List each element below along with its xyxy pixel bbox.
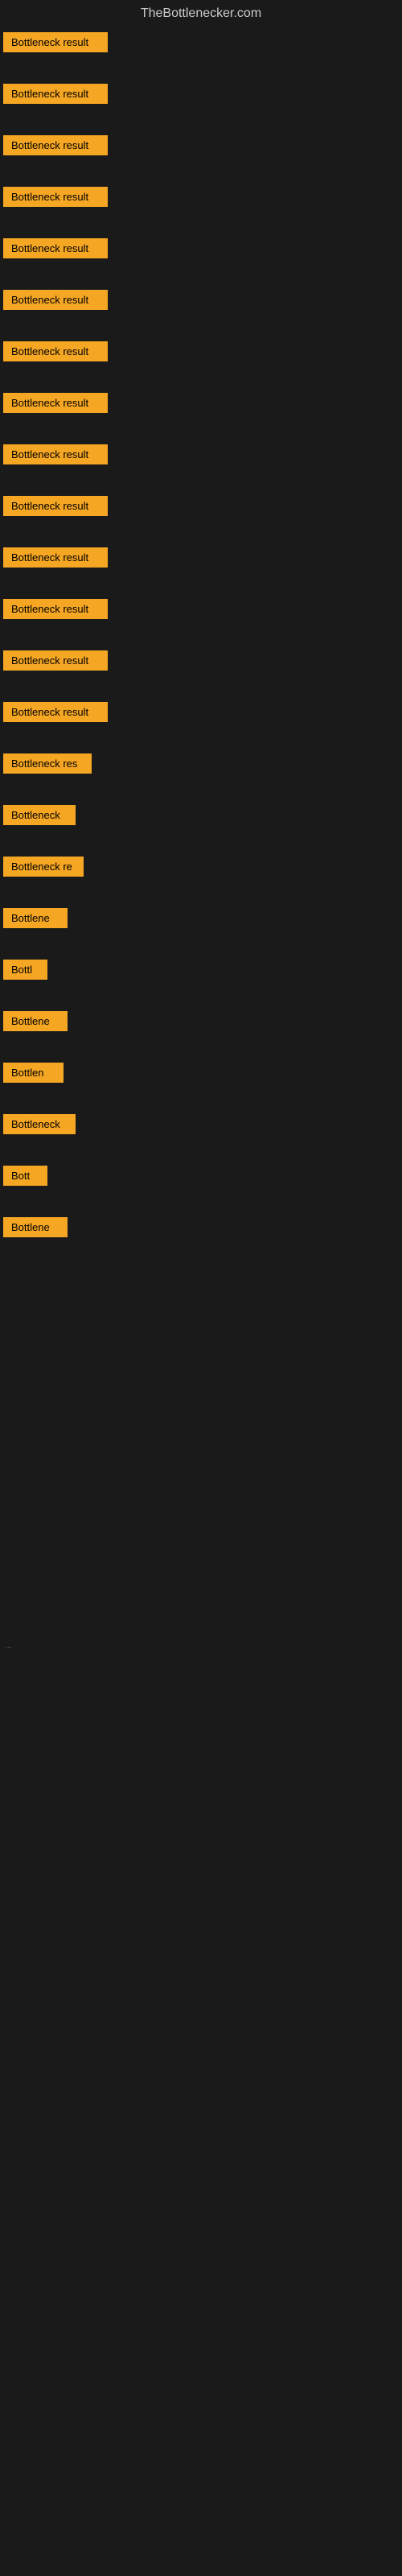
badge-row-10: Bottleneck result <box>0 491 402 525</box>
bottleneck-badge-19[interactable]: Bottl <box>3 960 47 980</box>
bottleneck-badge-23[interactable]: Bott <box>3 1166 47 1186</box>
bottleneck-badge-9[interactable]: Bottleneck result <box>3 444 108 464</box>
bottleneck-badge-7[interactable]: Bottleneck result <box>3 341 108 361</box>
badge-row-13: Bottleneck result <box>0 646 402 679</box>
bottleneck-badge-15[interactable]: Bottleneck res <box>3 753 92 774</box>
bottleneck-badge-17[interactable]: Bottleneck re <box>3 857 84 877</box>
bottleneck-badge-2[interactable]: Bottleneck result <box>3 84 108 104</box>
bottleneck-badge-8[interactable]: Bottleneck result <box>3 393 108 413</box>
badge-row-14: Bottleneck result <box>0 697 402 731</box>
badge-row-21: Bottlen <box>0 1058 402 1092</box>
badge-row-24: Bottlene <box>0 1212 402 1246</box>
badge-row-20: Bottlene <box>0 1006 402 1040</box>
badge-row-19: Bottl <box>0 955 402 989</box>
site-title: TheBottlenecker.com <box>0 0 402 27</box>
badge-row-15: Bottleneck res <box>0 749 402 782</box>
bottleneck-badge-21[interactable]: Bottlen <box>3 1063 64 1083</box>
ellipsis-indicator: ... <box>0 1634 402 1655</box>
badge-row-8: Bottleneck result <box>0 388 402 422</box>
bottleneck-badge-24[interactable]: Bottlene <box>3 1217 68 1237</box>
bottleneck-badge-10[interactable]: Bottleneck result <box>3 496 108 516</box>
bottleneck-badge-3[interactable]: Bottleneck result <box>3 135 108 155</box>
badge-row-5: Bottleneck result <box>0 233 402 267</box>
bottleneck-badge-4[interactable]: Bottleneck result <box>3 187 108 207</box>
badge-row-1: Bottleneck result <box>0 27 402 61</box>
badge-row-22: Bottleneck <box>0 1109 402 1143</box>
bottleneck-badge-14[interactable]: Bottleneck result <box>3 702 108 722</box>
badge-row-6: Bottleneck result <box>0 285 402 319</box>
badge-row-4: Bottleneck result <box>0 182 402 216</box>
badge-row-7: Bottleneck result <box>0 336 402 370</box>
badge-row-17: Bottleneck re <box>0 852 402 886</box>
badge-row-16: Bottleneck <box>0 800 402 834</box>
bottleneck-badge-18[interactable]: Bottlene <box>3 908 68 928</box>
badge-row-11: Bottleneck result <box>0 543 402 576</box>
bottleneck-badge-5[interactable]: Bottleneck result <box>3 238 108 258</box>
badge-row-9: Bottleneck result <box>0 440 402 473</box>
badge-row-12: Bottleneck result <box>0 594 402 628</box>
bottleneck-badge-1[interactable]: Bottleneck result <box>3 32 108 52</box>
bottleneck-badge-11[interactable]: Bottleneck result <box>3 547 108 568</box>
bottleneck-badge-20[interactable]: Bottlene <box>3 1011 68 1031</box>
badge-row-2: Bottleneck result <box>0 79 402 113</box>
bottleneck-badge-13[interactable]: Bottleneck result <box>3 650 108 671</box>
badge-row-3: Bottleneck result <box>0 130 402 164</box>
bottleneck-badge-16[interactable]: Bottleneck <box>3 805 76 825</box>
badge-row-23: Bott <box>0 1161 402 1195</box>
badge-row-18: Bottlene <box>0 903 402 937</box>
bottleneck-badge-6[interactable]: Bottleneck result <box>3 290 108 310</box>
bottleneck-badge-22[interactable]: Bottleneck <box>3 1114 76 1134</box>
bottleneck-badge-12[interactable]: Bottleneck result <box>3 599 108 619</box>
